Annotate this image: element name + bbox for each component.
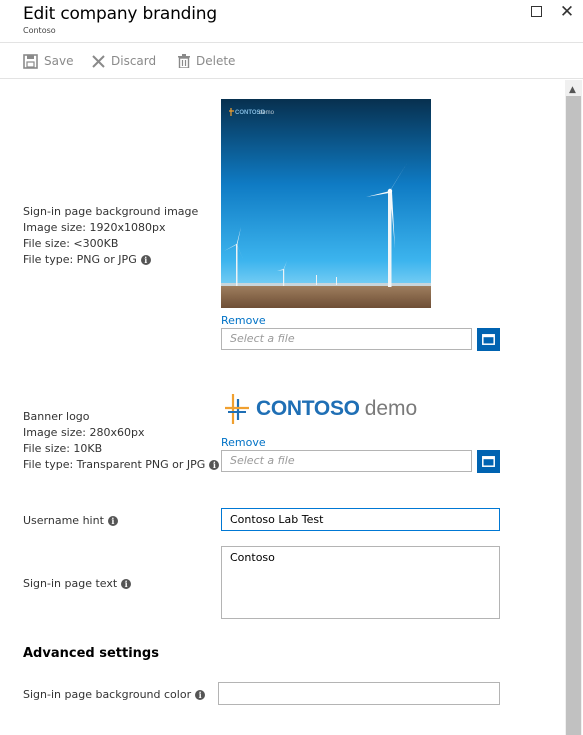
save-icon [23,53,38,69]
info-icon[interactable]: i [121,579,132,589]
blade-title: Edit company branding [23,4,217,24]
signin-text-textarea[interactable]: Contoso [221,546,500,619]
browse-background-button[interactable] [477,328,500,351]
username-hint-label: Username hint [23,514,104,527]
blade-header: Edit company branding Contoso ✕ [0,0,583,43]
info-icon[interactable]: i [140,255,151,265]
folder-browse-icon [482,334,495,345]
banner-logo-size: Image size: 280x60px [23,426,145,439]
username-hint-row: Username hint i [23,513,118,529]
banner-logo-file-size: File size: 10KB [23,442,103,455]
trash-icon [178,54,190,68]
browse-banner-button[interactable] [477,450,500,473]
info-icon[interactable]: i [209,460,220,470]
banner-logo-label: Banner logo [23,410,90,423]
blade-subtitle: Contoso [23,26,56,35]
signin-text-row: Sign-in page text i [23,576,132,592]
discard-button[interactable]: Discard [92,51,156,71]
bg-color-label: Sign-in page background color [23,688,192,701]
save-button[interactable]: Save [23,51,73,71]
bg-color-row: Sign-in page background color i [23,687,206,703]
scroll-up-icon[interactable]: ▲ [569,85,576,95]
preview-logo-demo: demo [259,110,275,116]
remove-banner-link[interactable]: Remove [221,436,266,449]
remove-background-link[interactable]: Remove [221,314,266,327]
background-image-preview: CONTOSO demo [221,99,431,308]
vertical-scrollbar[interactable]: ▲ [565,80,582,735]
discard-label: Discard [111,54,157,68]
background-image-label: Sign-in page background image [23,205,199,218]
banner-logo-file-type: File type: Transparent PNG or JPG [23,458,206,471]
username-hint-input[interactable]: Contoso Lab Test [221,508,500,531]
background-image-file-type: File type: PNG or JPG [23,253,137,266]
background-image-description: Sign-in page background image Image size… [23,204,198,268]
background-image-size: Image size: 1920x1080px [23,221,166,234]
banner-logo-demo: demo [364,397,418,420]
maximize-icon[interactable] [530,5,546,21]
discard-icon [92,54,105,68]
info-icon[interactable]: i [195,690,206,700]
background-image-file-size: File size: <300KB [23,237,119,250]
banner-logo-description: Banner logo Image size: 280x60px File si… [23,409,220,473]
signin-text-label: Sign-in page text [23,577,118,590]
command-bar: Save Discard Delete [0,43,583,79]
folder-browse-icon [482,456,495,467]
banner-file-input[interactable]: Select a file [221,450,472,472]
close-icon[interactable]: ✕ [559,4,575,21]
contoso-logo-mark [225,394,249,424]
background-file-input[interactable]: Select a file [221,328,472,350]
delete-label: Delete [196,54,236,68]
banner-logo-preview: CONTOSO demo [224,391,429,427]
advanced-settings-heading: Advanced settings [23,646,159,661]
save-label: Save [44,54,74,68]
info-icon[interactable]: i [107,516,118,526]
bg-color-input[interactable] [218,682,500,705]
banner-logo-word: CONTOSO [256,397,360,420]
scrollbar-thumb[interactable] [566,96,581,735]
delete-button[interactable]: Delete [178,51,235,71]
